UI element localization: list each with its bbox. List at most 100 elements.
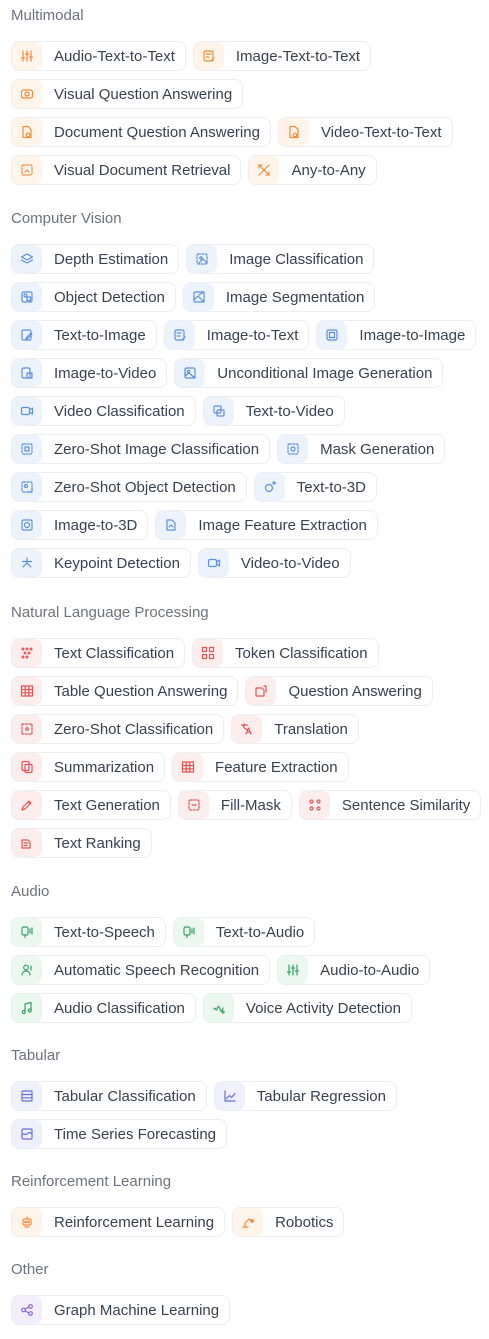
task-chip-question-answering[interactable]: Question Answering (245, 676, 433, 706)
task-chip-video-text-to-text[interactable]: Video-Text-to-Text (277, 117, 453, 147)
task-chip-unconditional-image-generation[interactable]: Unconditional Image Generation (174, 358, 444, 388)
task-chip-translation[interactable]: Translation (231, 714, 359, 744)
task-chip-audio-classification[interactable]: Audio Classification (11, 993, 196, 1023)
section-title: Computer Vision (11, 210, 122, 227)
section-computer-vision: Computer Vision Depth Estimation Image Cla… (11, 210, 477, 586)
camera-icon (198, 549, 229, 577)
task-chip-token-classification[interactable]: Token Classification (192, 638, 379, 668)
task-chip-label: Object Detection (54, 288, 165, 306)
task-chip-label: Text Generation (54, 796, 160, 814)
task-chip-text-to-image[interactable]: Text-to-Image (11, 320, 157, 350)
task-chip-zero-shot-object-detection[interactable]: Zero-Shot Object Detection (11, 472, 247, 502)
task-chip-text-to-speech[interactable]: Text-to-Speech (11, 917, 166, 947)
task-chip-video-to-video[interactable]: Video-to-Video (197, 548, 351, 578)
task-chip-label: Text-to-Image (54, 326, 146, 344)
eye-icon (12, 80, 42, 108)
task-chip-image-to-3d[interactable]: Image-to-3D (11, 510, 149, 540)
sliders-icon (278, 956, 309, 984)
chip-row: Text-to-Speech Text-to-Audio (11, 917, 430, 949)
task-chip-label: Image-Text-to-Text (235, 47, 361, 65)
image-icon (175, 359, 206, 387)
similarity-icon (299, 791, 330, 819)
task-chip-label: Time Series Forecasting (54, 1125, 216, 1143)
task-chip-label: Question Answering (288, 682, 422, 700)
chip-row: Zero-Shot Object Detection Text-to-3D (11, 472, 476, 504)
task-chip-graph-machine-learning[interactable]: Graph Machine Learning (11, 1295, 231, 1325)
task-chip-robotics[interactable]: Robotics (232, 1207, 345, 1237)
task-chip-text-generation[interactable]: Text Generation (11, 790, 171, 820)
sliders-icon (12, 42, 42, 70)
task-chip-automatic-speech-recognition[interactable]: Automatic Speech Recognition (11, 955, 271, 985)
arrows-cross-icon (249, 156, 280, 184)
task-chip-sentence-similarity[interactable]: Sentence Similarity (298, 790, 482, 820)
graph-nodes-icon (12, 1296, 42, 1324)
task-chip-label: Image-to-Image (359, 326, 466, 344)
task-chip-label: Mask Generation (320, 440, 435, 458)
task-chip-tabular-classification[interactable]: Tabular Classification (11, 1081, 207, 1111)
task-chip-label: Graph Machine Learning (54, 1301, 220, 1319)
robot-head-icon (12, 1208, 42, 1236)
section-title: Multimodal (11, 7, 84, 24)
task-chip-image-feature-extraction[interactable]: Image Feature Extraction (155, 510, 378, 540)
task-chip-table-question-answering[interactable]: Table Question Answering (11, 676, 239, 706)
chip-row: Depth Estimation Image Classification (11, 244, 476, 276)
task-chip-depth-estimation[interactable]: Depth Estimation (11, 244, 180, 274)
cube-icon (12, 511, 42, 539)
task-chip-label: Reinforcement Learning (54, 1213, 215, 1231)
task-chip-text-to-audio[interactable]: Text-to-Audio (172, 917, 316, 947)
task-chip-label: Image-to-Text (206, 326, 299, 344)
task-chip-image-to-video[interactable]: Image-to-Video (11, 358, 168, 388)
video-icon (12, 397, 42, 425)
task-chip-text-to-video[interactable]: Text-to-Video (202, 396, 345, 426)
task-chip-text-classification[interactable]: Text Classification (11, 638, 186, 668)
task-chip-any-to-any[interactable]: Any-to-Any (248, 155, 377, 185)
task-chip-label: Video Classification (54, 402, 185, 420)
task-chip-feature-extraction[interactable]: Feature Extraction (172, 752, 349, 782)
task-chip-label: Robotics (275, 1213, 334, 1231)
task-chip-text-ranking[interactable]: Text Ranking (11, 828, 152, 858)
layers-icon (12, 245, 42, 273)
task-chip-document-question-answering[interactable]: Document Question Answering (11, 117, 271, 147)
pencil-image-icon (12, 321, 42, 349)
section-natural-language-processing: Natural Language Processing Text Classifi… (11, 604, 482, 866)
task-chip-summarization[interactable]: Summarization (11, 752, 166, 782)
task-chip-image-text-to-text[interactable]: Image-Text-to-Text (192, 41, 372, 71)
task-chip-text-to-3d[interactable]: Text-to-3D (253, 472, 377, 502)
section-tabular: Tabular Tabular Classification Tabular Reg… (11, 1047, 397, 1157)
task-chip-visual-document-retrieval[interactable]: Visual Document Retrieval (11, 155, 242, 185)
task-chip-object-detection[interactable]: Object Detection (11, 282, 176, 312)
task-chip-image-classification[interactable]: Image Classification (186, 244, 375, 274)
dashed-image-icon (12, 435, 42, 463)
task-chip-label: Image Segmentation (225, 288, 365, 306)
task-chip-fill-mask[interactable]: Fill-Mask (177, 790, 292, 820)
task-chip-time-series-forecasting[interactable]: Time Series Forecasting (11, 1119, 227, 1149)
task-chip-voice-activity-detection[interactable]: Voice Activity Detection (202, 993, 412, 1023)
task-chip-audio-to-audio[interactable]: Audio-to-Audio (277, 955, 431, 985)
task-chip-zero-shot-image-classification[interactable]: Zero-Shot Image Classification (11, 434, 271, 464)
task-chip-visual-question-answering[interactable]: Visual Question Answering (11, 79, 244, 109)
task-chip-image-to-image[interactable]: Image-to-Image (316, 320, 477, 350)
section-title: Natural Language Processing (11, 604, 209, 621)
task-chip-label: Token Classification (235, 644, 368, 662)
task-chip-label: Any-to-Any (291, 161, 366, 179)
task-chip-reinforcement-learning[interactable]: Reinforcement Learning (11, 1207, 226, 1237)
document-question-icon (278, 118, 309, 146)
task-chip-label: Fill-Mask (220, 796, 281, 814)
section-title: Other (11, 1261, 49, 1278)
task-chip-label: Image Classification (229, 250, 364, 268)
task-chip-tabular-regression[interactable]: Tabular Regression (213, 1081, 397, 1111)
image-image-icon (317, 321, 348, 349)
task-chip-zero-shot-classification[interactable]: Zero-Shot Classification (11, 714, 225, 744)
task-chip-keypoint-detection[interactable]: Keypoint Detection (11, 548, 191, 578)
chip-row: Time Series Forecasting (11, 1119, 397, 1151)
chip-row: Image-to-Video Unconditional Image Genera… (11, 358, 476, 390)
task-chip-image-to-text[interactable]: Image-to-Text (163, 320, 310, 350)
task-chip-label: Keypoint Detection (54, 554, 180, 572)
task-chip-video-classification[interactable]: Video Classification (11, 396, 196, 426)
task-chip-label: Text-to-3D (296, 478, 366, 496)
chip-row: Video Classification Text-to-Video (11, 396, 476, 428)
fill-mask-icon (178, 791, 209, 819)
task-chip-mask-generation[interactable]: Mask Generation (277, 434, 446, 464)
task-chip-audio-text-to-text[interactable]: Audio-Text-to-Text (11, 41, 186, 71)
task-chip-image-segmentation[interactable]: Image Segmentation (182, 282, 376, 312)
